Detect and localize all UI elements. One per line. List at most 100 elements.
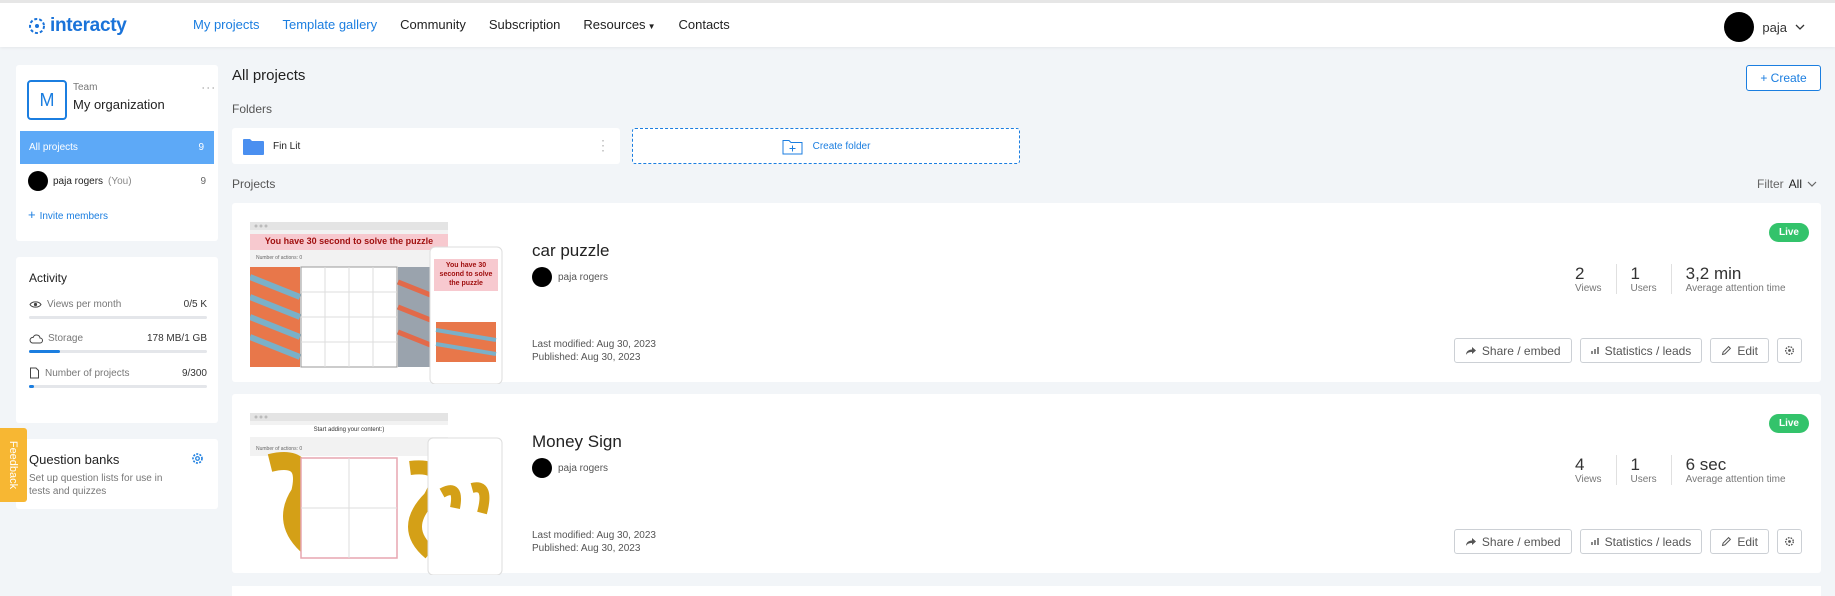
bar-chart-icon — [1590, 347, 1599, 354]
statistics-leads-label: Statistics / leads — [1604, 534, 1692, 549]
page-title: All projects — [232, 67, 306, 84]
filter-dropdown[interactable]: Filter All — [1757, 177, 1817, 191]
statistics-leads-label: Statistics / leads — [1604, 343, 1692, 358]
gear-icon — [1785, 537, 1794, 546]
activity-value: 0/5 K — [183, 299, 207, 310]
nav-subscription[interactable]: Subscription — [489, 17, 561, 32]
nav-contacts[interactable]: Contacts — [678, 17, 729, 32]
avatar — [532, 458, 552, 478]
project-card[interactable]: Start adding your content:) Number of ac… — [232, 394, 1821, 576]
avatar — [532, 267, 552, 287]
activity-views: Views per month 0/5 K — [29, 299, 207, 319]
invite-members-link[interactable]: + Invite members — [28, 207, 108, 222]
progress-fill — [29, 385, 35, 388]
stat-views: 4 Views — [1561, 455, 1616, 485]
share-embed-button[interactable]: Share / embed — [1453, 529, 1572, 554]
thumbnail-banner: Start adding your content:) — [313, 427, 385, 433]
eye-icon — [29, 301, 42, 308]
nav-template-gallery[interactable]: Template gallery — [282, 17, 377, 32]
settings-button[interactable] — [1777, 338, 1802, 363]
activity-value: 178 MB/1 GB — [146, 333, 207, 344]
create-folder-button[interactable]: Create folder — [632, 128, 1020, 164]
more-options-icon[interactable]: ⋮ — [201, 81, 217, 94]
share-icon — [1465, 346, 1476, 355]
stat-label: Views — [1575, 283, 1602, 294]
avatar — [1724, 12, 1755, 42]
stat-value: 3,2 min — [1685, 264, 1742, 283]
pencil-icon — [1722, 536, 1732, 547]
project-thumbnail[interactable]: You have 30 second to solve the puzzle N… — [248, 222, 504, 385]
folder-name: Fin Lit — [273, 140, 301, 152]
nav-resources-label: Resources — [583, 17, 646, 32]
statistics-leads-button[interactable]: Statistics / leads — [1579, 529, 1703, 554]
project-card[interactable]: You have 30 second to solve the puzzle N… — [232, 203, 1821, 385]
project-card[interactable] — [232, 586, 1821, 596]
more-options-icon[interactable]: ⋮ — [596, 138, 610, 152]
create-button[interactable]: + Create — [1746, 65, 1821, 91]
activity-card: Activity Views per month 0/5 K Storage 1… — [16, 257, 218, 423]
owner-name: paja rogers — [558, 462, 609, 474]
feedback-tab[interactable]: Feedback — [0, 428, 27, 502]
feedback-label: Feedback — [7, 440, 19, 490]
thumbnail-banner: You have 30 second to solve the puzzle — [264, 236, 434, 246]
question-banks-title: Question banks — [29, 452, 120, 467]
settings-button[interactable] — [1777, 529, 1802, 554]
published-date: Published: Aug 30, 2023 — [532, 352, 641, 363]
stat-value: 2 — [1575, 264, 1585, 283]
top-nav-bar: interacty My projects Template gallery C… — [0, 0, 1835, 47]
stat-users: 1 Users — [1615, 264, 1671, 294]
team-avatar: M — [27, 80, 67, 120]
create-folder-label: Create folder — [812, 140, 871, 152]
folder-item[interactable]: Fin Lit ⋮ — [232, 128, 620, 164]
status-badge: Live — [1768, 223, 1809, 242]
share-embed-label: Share / embed — [1481, 534, 1561, 549]
chevron-down-icon — [1795, 24, 1805, 30]
nav-resources[interactable]: Resources ▼ — [583, 17, 655, 32]
team-card: M Team My organization ⋮ All projects 9 … — [16, 65, 218, 241]
status-badge: Live — [1768, 414, 1809, 433]
sidebar-item-all-projects[interactable]: All projects 9 — [20, 131, 214, 164]
project-title[interactable]: car puzzle — [532, 241, 609, 261]
statistics-leads-button[interactable]: Statistics / leads — [1579, 338, 1703, 363]
thumbnail-counter: Number of actions: 0 — [256, 255, 303, 261]
projects-label: Projects — [232, 177, 276, 191]
stat-attention: 6 sec Average attention time — [1670, 455, 1800, 485]
project-title[interactable]: Money Sign — [532, 432, 622, 452]
folder-icon — [243, 138, 264, 155]
org-name[interactable]: My organization — [73, 97, 165, 112]
puzzle-preview-image — [248, 222, 503, 385]
activity-label: Views per month — [47, 299, 122, 310]
share-icon — [1465, 537, 1476, 546]
project-actions: Share / embed Statistics / leads Edit — [1453, 529, 1802, 554]
nav-my-projects[interactable]: My projects — [193, 17, 259, 32]
stat-attention: 3,2 min Average attention time — [1670, 264, 1800, 294]
plus-icon: + — [28, 207, 36, 222]
stat-value: 1 — [1630, 264, 1640, 283]
user-menu[interactable]: paja — [1724, 12, 1805, 42]
filter-label: Filter — [1757, 177, 1784, 191]
edit-button[interactable]: Edit — [1710, 529, 1769, 554]
question-banks-card[interactable]: Question banks Set up question lists for… — [16, 439, 218, 509]
nav-community[interactable]: Community — [400, 17, 466, 32]
activity-label: Number of projects — [45, 367, 130, 379]
stat-label: Average attention time — [1685, 283, 1786, 294]
activity-value: 9/300 — [181, 367, 207, 379]
project-thumbnail[interactable]: Start adding your content:) Number of ac… — [250, 413, 504, 576]
caret-down-icon: ▼ — [647, 22, 656, 31]
member-name: paja rogers — [53, 175, 104, 187]
sidebar-item-member[interactable]: paja rogers (You) 9 — [28, 171, 206, 191]
sidebar-item-count: 9 — [198, 142, 204, 153]
stat-label: Views — [1575, 474, 1602, 485]
edit-button[interactable]: Edit — [1710, 338, 1769, 363]
share-embed-button[interactable]: Share / embed — [1453, 338, 1572, 363]
last-modified: Last modified: Aug 30, 2023 — [532, 530, 656, 541]
logo[interactable]: interacty — [28, 15, 127, 37]
share-embed-label: Share / embed — [1481, 343, 1561, 358]
project-dates: Last modified: Aug 30, 2023 Published: A… — [532, 338, 656, 364]
project-stats: 4 Views 1 Users 6 sec Average attention tim… — [1561, 455, 1800, 485]
main-nav: My projects Template gallery Community S… — [193, 17, 730, 32]
last-modified: Last modified: Aug 30, 2023 — [532, 339, 656, 350]
gear-icon[interactable] — [191, 452, 204, 465]
project-owner: paja rogers — [532, 267, 608, 287]
question-banks-description: Set up question lists for use in tests a… — [29, 473, 163, 497]
